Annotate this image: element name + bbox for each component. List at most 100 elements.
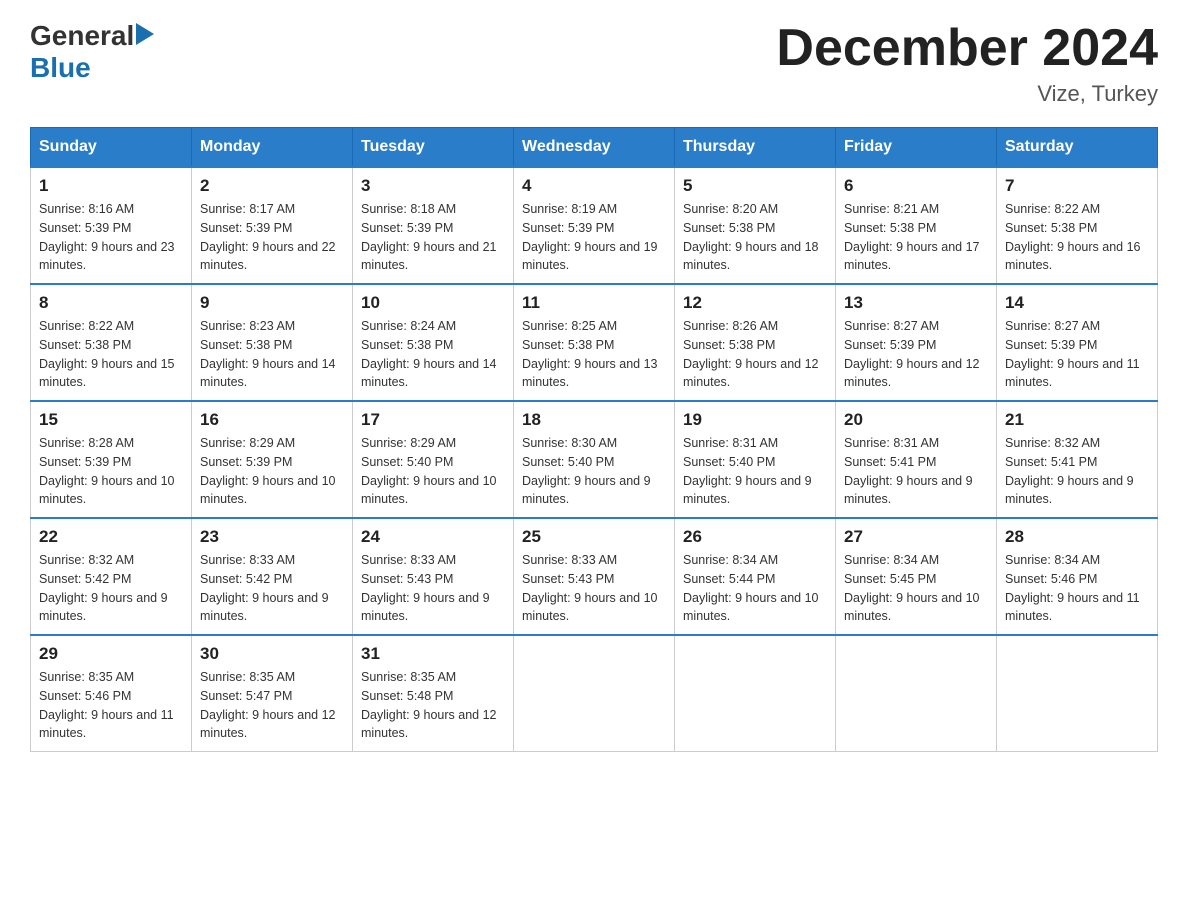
day-number: 11 [522,293,666,313]
day-number: 13 [844,293,988,313]
col-tuesday: Tuesday [353,128,514,168]
calendar-cell [836,635,997,752]
calendar-cell: 23 Sunrise: 8:33 AMSunset: 5:42 PMDaylig… [192,518,353,635]
calendar-cell: 2 Sunrise: 8:17 AMSunset: 5:39 PMDayligh… [192,167,353,284]
day-number: 2 [200,176,344,196]
day-number: 4 [522,176,666,196]
calendar-cell: 8 Sunrise: 8:22 AMSunset: 5:38 PMDayligh… [31,284,192,401]
calendar-cell: 27 Sunrise: 8:34 AMSunset: 5:45 PMDaylig… [836,518,997,635]
day-number: 30 [200,644,344,664]
day-info: Sunrise: 8:34 AMSunset: 5:46 PMDaylight:… [1005,553,1140,623]
day-number: 16 [200,410,344,430]
logo-triangle-icon [136,23,154,45]
col-saturday: Saturday [997,128,1158,168]
calendar-cell: 21 Sunrise: 8:32 AMSunset: 5:41 PMDaylig… [997,401,1158,518]
day-number: 21 [1005,410,1149,430]
day-number: 3 [361,176,505,196]
day-info: Sunrise: 8:22 AMSunset: 5:38 PMDaylight:… [1005,202,1141,272]
calendar-cell: 7 Sunrise: 8:22 AMSunset: 5:38 PMDayligh… [997,167,1158,284]
calendar-week-row-1: 1 Sunrise: 8:16 AMSunset: 5:39 PMDayligh… [31,167,1158,284]
calendar-cell: 30 Sunrise: 8:35 AMSunset: 5:47 PMDaylig… [192,635,353,752]
day-number: 31 [361,644,505,664]
day-number: 12 [683,293,827,313]
day-info: Sunrise: 8:16 AMSunset: 5:39 PMDaylight:… [39,202,175,272]
day-number: 7 [1005,176,1149,196]
day-number: 27 [844,527,988,547]
calendar-header-row: Sunday Monday Tuesday Wednesday Thursday… [31,128,1158,168]
page-title: December 2024 [776,20,1158,77]
day-info: Sunrise: 8:35 AMSunset: 5:47 PMDaylight:… [200,670,336,740]
calendar-cell: 5 Sunrise: 8:20 AMSunset: 5:38 PMDayligh… [675,167,836,284]
title-section: December 2024 Vize, Turkey [776,20,1158,107]
calendar-cell: 20 Sunrise: 8:31 AMSunset: 5:41 PMDaylig… [836,401,997,518]
day-info: Sunrise: 8:30 AMSunset: 5:40 PMDaylight:… [522,436,651,506]
day-number: 25 [522,527,666,547]
day-info: Sunrise: 8:19 AMSunset: 5:39 PMDaylight:… [522,202,658,272]
calendar-cell: 9 Sunrise: 8:23 AMSunset: 5:38 PMDayligh… [192,284,353,401]
calendar-cell [997,635,1158,752]
logo: General Blue [30,20,154,84]
col-thursday: Thursday [675,128,836,168]
day-info: Sunrise: 8:32 AMSunset: 5:41 PMDaylight:… [1005,436,1134,506]
calendar-cell: 25 Sunrise: 8:33 AMSunset: 5:43 PMDaylig… [514,518,675,635]
day-number: 15 [39,410,183,430]
day-info: Sunrise: 8:27 AMSunset: 5:39 PMDaylight:… [1005,319,1140,389]
calendar-cell [514,635,675,752]
day-info: Sunrise: 8:33 AMSunset: 5:42 PMDaylight:… [200,553,329,623]
logo-general-text: General [30,20,134,52]
calendar-cell [675,635,836,752]
page-subtitle: Vize, Turkey [776,81,1158,107]
calendar-cell: 13 Sunrise: 8:27 AMSunset: 5:39 PMDaylig… [836,284,997,401]
day-number: 8 [39,293,183,313]
calendar-cell: 11 Sunrise: 8:25 AMSunset: 5:38 PMDaylig… [514,284,675,401]
day-info: Sunrise: 8:34 AMSunset: 5:44 PMDaylight:… [683,553,819,623]
day-number: 19 [683,410,827,430]
day-info: Sunrise: 8:25 AMSunset: 5:38 PMDaylight:… [522,319,658,389]
calendar-cell: 29 Sunrise: 8:35 AMSunset: 5:46 PMDaylig… [31,635,192,752]
day-info: Sunrise: 8:27 AMSunset: 5:39 PMDaylight:… [844,319,980,389]
day-info: Sunrise: 8:31 AMSunset: 5:40 PMDaylight:… [683,436,812,506]
calendar-cell: 19 Sunrise: 8:31 AMSunset: 5:40 PMDaylig… [675,401,836,518]
calendar-cell: 1 Sunrise: 8:16 AMSunset: 5:39 PMDayligh… [31,167,192,284]
day-number: 5 [683,176,827,196]
calendar-cell: 14 Sunrise: 8:27 AMSunset: 5:39 PMDaylig… [997,284,1158,401]
calendar-cell: 28 Sunrise: 8:34 AMSunset: 5:46 PMDaylig… [997,518,1158,635]
calendar-week-row-5: 29 Sunrise: 8:35 AMSunset: 5:46 PMDaylig… [31,635,1158,752]
day-info: Sunrise: 8:29 AMSunset: 5:40 PMDaylight:… [361,436,497,506]
day-number: 14 [1005,293,1149,313]
day-number: 18 [522,410,666,430]
day-info: Sunrise: 8:35 AMSunset: 5:48 PMDaylight:… [361,670,497,740]
day-info: Sunrise: 8:32 AMSunset: 5:42 PMDaylight:… [39,553,168,623]
day-info: Sunrise: 8:17 AMSunset: 5:39 PMDaylight:… [200,202,336,272]
calendar-cell: 3 Sunrise: 8:18 AMSunset: 5:39 PMDayligh… [353,167,514,284]
day-number: 1 [39,176,183,196]
day-info: Sunrise: 8:21 AMSunset: 5:38 PMDaylight:… [844,202,980,272]
day-info: Sunrise: 8:26 AMSunset: 5:38 PMDaylight:… [683,319,819,389]
calendar-cell: 16 Sunrise: 8:29 AMSunset: 5:39 PMDaylig… [192,401,353,518]
calendar-cell: 22 Sunrise: 8:32 AMSunset: 5:42 PMDaylig… [31,518,192,635]
calendar-cell: 18 Sunrise: 8:30 AMSunset: 5:40 PMDaylig… [514,401,675,518]
day-number: 6 [844,176,988,196]
day-info: Sunrise: 8:31 AMSunset: 5:41 PMDaylight:… [844,436,973,506]
day-info: Sunrise: 8:33 AMSunset: 5:43 PMDaylight:… [522,553,658,623]
page-header: General Blue December 2024 Vize, Turkey [30,20,1158,107]
day-number: 20 [844,410,988,430]
day-info: Sunrise: 8:35 AMSunset: 5:46 PMDaylight:… [39,670,174,740]
day-info: Sunrise: 8:29 AMSunset: 5:39 PMDaylight:… [200,436,336,506]
day-info: Sunrise: 8:24 AMSunset: 5:38 PMDaylight:… [361,319,497,389]
calendar-cell: 10 Sunrise: 8:24 AMSunset: 5:38 PMDaylig… [353,284,514,401]
day-number: 17 [361,410,505,430]
calendar-cell: 15 Sunrise: 8:28 AMSunset: 5:39 PMDaylig… [31,401,192,518]
day-info: Sunrise: 8:20 AMSunset: 5:38 PMDaylight:… [683,202,819,272]
calendar-cell: 24 Sunrise: 8:33 AMSunset: 5:43 PMDaylig… [353,518,514,635]
calendar-table: Sunday Monday Tuesday Wednesday Thursday… [30,127,1158,752]
col-friday: Friday [836,128,997,168]
day-info: Sunrise: 8:34 AMSunset: 5:45 PMDaylight:… [844,553,980,623]
day-info: Sunrise: 8:33 AMSunset: 5:43 PMDaylight:… [361,553,490,623]
day-number: 29 [39,644,183,664]
calendar-cell: 6 Sunrise: 8:21 AMSunset: 5:38 PMDayligh… [836,167,997,284]
calendar-week-row-2: 8 Sunrise: 8:22 AMSunset: 5:38 PMDayligh… [31,284,1158,401]
calendar-cell: 4 Sunrise: 8:19 AMSunset: 5:39 PMDayligh… [514,167,675,284]
day-number: 26 [683,527,827,547]
calendar-cell: 26 Sunrise: 8:34 AMSunset: 5:44 PMDaylig… [675,518,836,635]
